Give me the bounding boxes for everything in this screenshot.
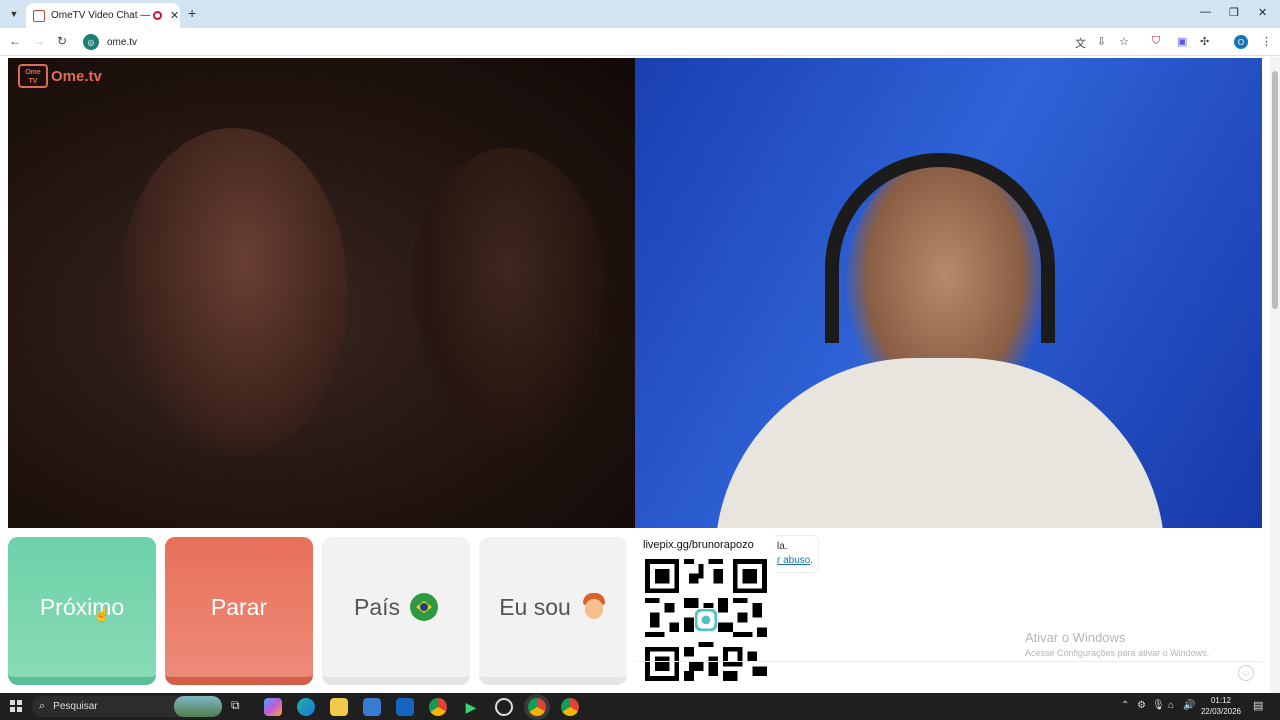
qr-label: livepix.gg/brunorapozo bbox=[643, 539, 754, 551]
brazil-flag-icon bbox=[410, 593, 439, 621]
media-extension-icon[interactable]: ▣ bbox=[1177, 35, 1187, 48]
chat-input-divider bbox=[635, 661, 1262, 662]
volume-icon[interactable]: 🔊 bbox=[1183, 700, 1195, 711]
taskbar-clock[interactable]: 01:12 22/03/2026 bbox=[1197, 695, 1245, 717]
mouse-cursor-icon: ☝ bbox=[93, 606, 111, 622]
windows-activation-watermark: Ativar o Windows Acesse Configurações pa… bbox=[1025, 630, 1209, 658]
bookmark-star-icon[interactable]: ☆ bbox=[1119, 35, 1129, 48]
scrollbar-thumb[interactable] bbox=[1272, 71, 1278, 309]
address-bar[interactable]: ◎ ome.tv bbox=[80, 31, 1142, 53]
close-window-button[interactable]: ✕ bbox=[1258, 6, 1267, 19]
translate-icon[interactable]: 文 bbox=[1075, 35, 1086, 51]
file-explorer-icon[interactable] bbox=[330, 698, 348, 716]
chat-message-text: la. bbox=[777, 541, 788, 552]
install-app-icon[interactable]: ⇩ bbox=[1097, 35, 1106, 48]
person-silhouette bbox=[118, 128, 348, 458]
emoji-icon[interactable]: ☺ bbox=[1238, 665, 1254, 681]
gender-select-button[interactable]: Eu sou bbox=[479, 537, 627, 685]
shield-extension-icon[interactable]: ⛉ bbox=[1152, 35, 1160, 48]
profile-avatar[interactable]: O bbox=[1234, 35, 1248, 49]
activation-subtitle: Acesse Configurações para ativar o Windo… bbox=[1025, 648, 1210, 658]
tab-close-button[interactable]: ✕ bbox=[170, 9, 179, 22]
taskbar-search[interactable]: ⌕ Pesquisar bbox=[32, 696, 222, 717]
ometv-favicon-icon bbox=[33, 9, 45, 22]
forward-arrow-icon[interactable]: → bbox=[33, 34, 45, 48]
report-abuse-link[interactable]: r abuso bbox=[777, 555, 810, 566]
chrome-active-icon[interactable] bbox=[528, 698, 546, 716]
restore-button[interactable]: ❐ bbox=[1229, 6, 1239, 19]
menu-kebab-icon[interactable]: ⋮ bbox=[1261, 35, 1272, 48]
clock-date: 22/03/2026 bbox=[1200, 707, 1242, 716]
reload-icon[interactable]: ↻ bbox=[57, 34, 67, 48]
ometv-logo: Ome TV Ome.tv bbox=[18, 64, 102, 88]
page-scrollbar[interactable] bbox=[1270, 57, 1280, 693]
edge-icon[interactable] bbox=[297, 698, 315, 716]
store-icon[interactable] bbox=[363, 698, 381, 716]
streaming-app-icon[interactable]: ▶ bbox=[462, 698, 480, 716]
task-view-icon[interactable]: ⧉ bbox=[231, 698, 249, 716]
next-button[interactable]: Próximo bbox=[8, 537, 156, 685]
person-shirt bbox=[715, 358, 1165, 528]
country-filter-button[interactable]: País bbox=[322, 537, 470, 685]
notification-center-icon[interactable]: ▤ bbox=[1253, 699, 1263, 712]
search-highlight-image bbox=[174, 696, 222, 717]
obs-icon[interactable] bbox=[495, 698, 513, 716]
tab-search-button[interactable]: ▼ bbox=[5, 5, 23, 23]
qr-code-icon bbox=[645, 559, 767, 681]
activation-title: Ativar o Windows bbox=[1025, 630, 1126, 645]
tab-title: OmeTV Video Chat — Ome bbox=[51, 10, 151, 21]
windows-taskbar: ⌕ Pesquisar ⧉ ▶ ⌃ ⚙ 🎙 ⌂ 🔊 01:12 22/03/20… bbox=[0, 693, 1280, 720]
stop-button[interactable]: Parar bbox=[165, 537, 313, 685]
ometv-page: Ome TV Ome.tv Próximo Parar País Eu sou … bbox=[0, 57, 1280, 693]
boy-emoji-icon bbox=[581, 593, 607, 621]
search-label: Pesquisar bbox=[53, 701, 98, 712]
search-icon: ⌕ bbox=[39, 700, 46, 712]
browser-tab[interactable]: OmeTV Video Chat — Ome ✕ bbox=[26, 3, 180, 28]
browser-toolbar: ← → ↻ ◎ ome.tv 文 ⇩ ☆ ⛉ ▣ ✣ ⋮ bbox=[0, 28, 1280, 56]
tray-chevron-icon[interactable]: ⌃ bbox=[1121, 700, 1129, 711]
person-silhouette bbox=[408, 148, 608, 448]
logo-text: Ome.tv bbox=[51, 67, 102, 85]
iam-button-label: Eu sou bbox=[499, 593, 571, 620]
site-info-icon[interactable]: ◎ bbox=[83, 34, 99, 50]
network-icon[interactable]: ⌂ bbox=[1168, 700, 1174, 711]
recording-indicator-icon bbox=[153, 11, 162, 20]
chat-message: la. r abuso. bbox=[775, 535, 819, 573]
tv-logo-icon: Ome TV bbox=[18, 64, 48, 88]
clock-time: 01:12 bbox=[1210, 696, 1232, 705]
browser-tab-bar: ▼ OmeTV Video Chat — Ome ✕ + — ❐ ✕ bbox=[0, 0, 1280, 28]
self-video bbox=[635, 58, 1262, 528]
new-tab-button[interactable]: + bbox=[188, 5, 196, 21]
url-text: ome.tv bbox=[107, 36, 138, 48]
extensions-puzzle-icon[interactable]: ✣ bbox=[1200, 35, 1209, 48]
tray-app-icon[interactable]: ⚙ bbox=[1137, 700, 1146, 711]
chat-panel: la. r abuso. livepix.gg/brunorapozo Ativ… bbox=[635, 528, 1262, 688]
headset-icon bbox=[825, 153, 1055, 343]
stranger-video: Ome TV Ome.tv bbox=[8, 58, 635, 528]
back-arrow-icon[interactable]: ← bbox=[9, 34, 21, 48]
microphone-icon[interactable]: 🎙 bbox=[1152, 700, 1165, 711]
copilot-icon[interactable] bbox=[264, 698, 282, 716]
country-button-label: País bbox=[353, 593, 401, 620]
minimize-button[interactable]: — bbox=[1200, 6, 1211, 18]
stop-button-label: Parar bbox=[210, 593, 268, 620]
chrome-icon[interactable] bbox=[429, 698, 447, 716]
qr-overlay: livepix.gg/brunorapozo bbox=[635, 535, 775, 685]
next-button-label: Próximo bbox=[39, 593, 125, 620]
chrome-profile-icon[interactable] bbox=[561, 698, 579, 716]
windows-start-icon[interactable] bbox=[10, 700, 22, 712]
outlook-icon[interactable] bbox=[396, 698, 414, 716]
